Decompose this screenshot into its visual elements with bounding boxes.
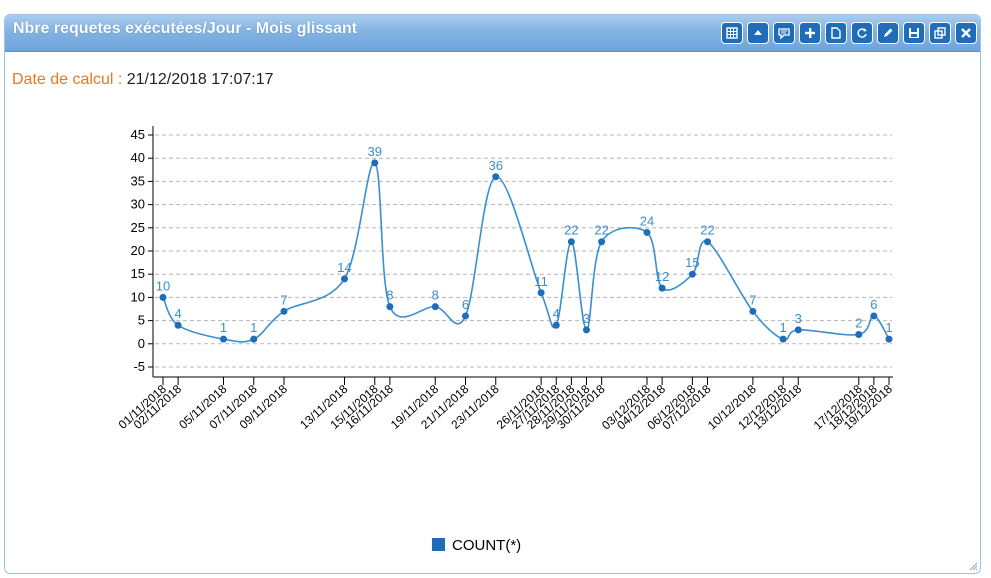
data-label: 2 (855, 316, 862, 331)
data-label: 6 (462, 297, 469, 312)
data-label: 22 (564, 223, 578, 238)
data-label: 24 (640, 213, 654, 228)
y-tick-label: 45 (131, 127, 145, 142)
data-label: 15 (685, 255, 699, 270)
data-point (704, 238, 711, 246)
data-label: 12 (655, 269, 669, 284)
data-point (794, 326, 802, 334)
data-label: 1 (885, 320, 892, 335)
y-tick-label: 20 (131, 243, 145, 258)
data-label: 7 (749, 292, 756, 307)
data-point (220, 335, 227, 343)
data-point (280, 307, 288, 315)
data-point (855, 331, 863, 339)
y-tick-label: 25 (131, 220, 145, 235)
data-point (386, 303, 394, 311)
data-point (658, 284, 666, 292)
data-label: 22 (594, 223, 608, 238)
data-point (371, 159, 379, 167)
data-label: 8 (432, 288, 439, 303)
data-point (492, 173, 500, 181)
data-point (583, 326, 590, 334)
data-point (643, 228, 651, 236)
data-label: 7 (280, 292, 287, 307)
data-point (250, 335, 258, 343)
data-point (749, 307, 757, 315)
data-label: 1 (250, 320, 257, 335)
data-label: 36 (489, 158, 503, 173)
data-point (567, 238, 575, 246)
data-label: 39 (368, 144, 382, 159)
data-point (462, 312, 469, 320)
data-point (341, 275, 348, 283)
data-label: 6 (870, 297, 877, 312)
y-tick-label: 30 (131, 197, 145, 212)
data-point (598, 238, 606, 246)
data-label: 1 (220, 320, 227, 335)
legend-swatch (432, 538, 445, 551)
data-point (688, 270, 696, 278)
data-point (552, 321, 560, 329)
y-tick-label: -5 (133, 359, 145, 374)
y-tick-label: 5 (138, 313, 145, 328)
data-label: 3 (583, 311, 590, 326)
data-point (885, 335, 893, 343)
data-point (870, 312, 878, 320)
y-tick-label: 35 (131, 173, 145, 188)
data-label: 3 (795, 311, 802, 326)
data-point (537, 289, 545, 297)
y-tick-label: 10 (131, 289, 145, 304)
data-label: 8 (386, 288, 393, 303)
data-label: 10 (156, 278, 170, 293)
data-label: 14 (337, 260, 351, 275)
data-point (159, 293, 167, 301)
y-tick-label: 40 (131, 150, 145, 165)
data-label: 22 (700, 223, 714, 238)
data-label: 1 (780, 320, 787, 335)
data-label: 4 (175, 306, 182, 321)
data-label: 11 (534, 274, 548, 289)
line-chart: -505101520253035404501/11/201802/11/2018… (116, 126, 895, 554)
data-label: 4 (553, 306, 560, 321)
data-point (779, 335, 787, 343)
y-tick-label: 15 (131, 266, 145, 281)
legend-label: COUNT(*) (452, 537, 521, 554)
data-point (174, 321, 182, 329)
series-line-count (162, 162, 890, 343)
data-point (431, 303, 439, 311)
y-tick-label: 0 (138, 336, 145, 351)
